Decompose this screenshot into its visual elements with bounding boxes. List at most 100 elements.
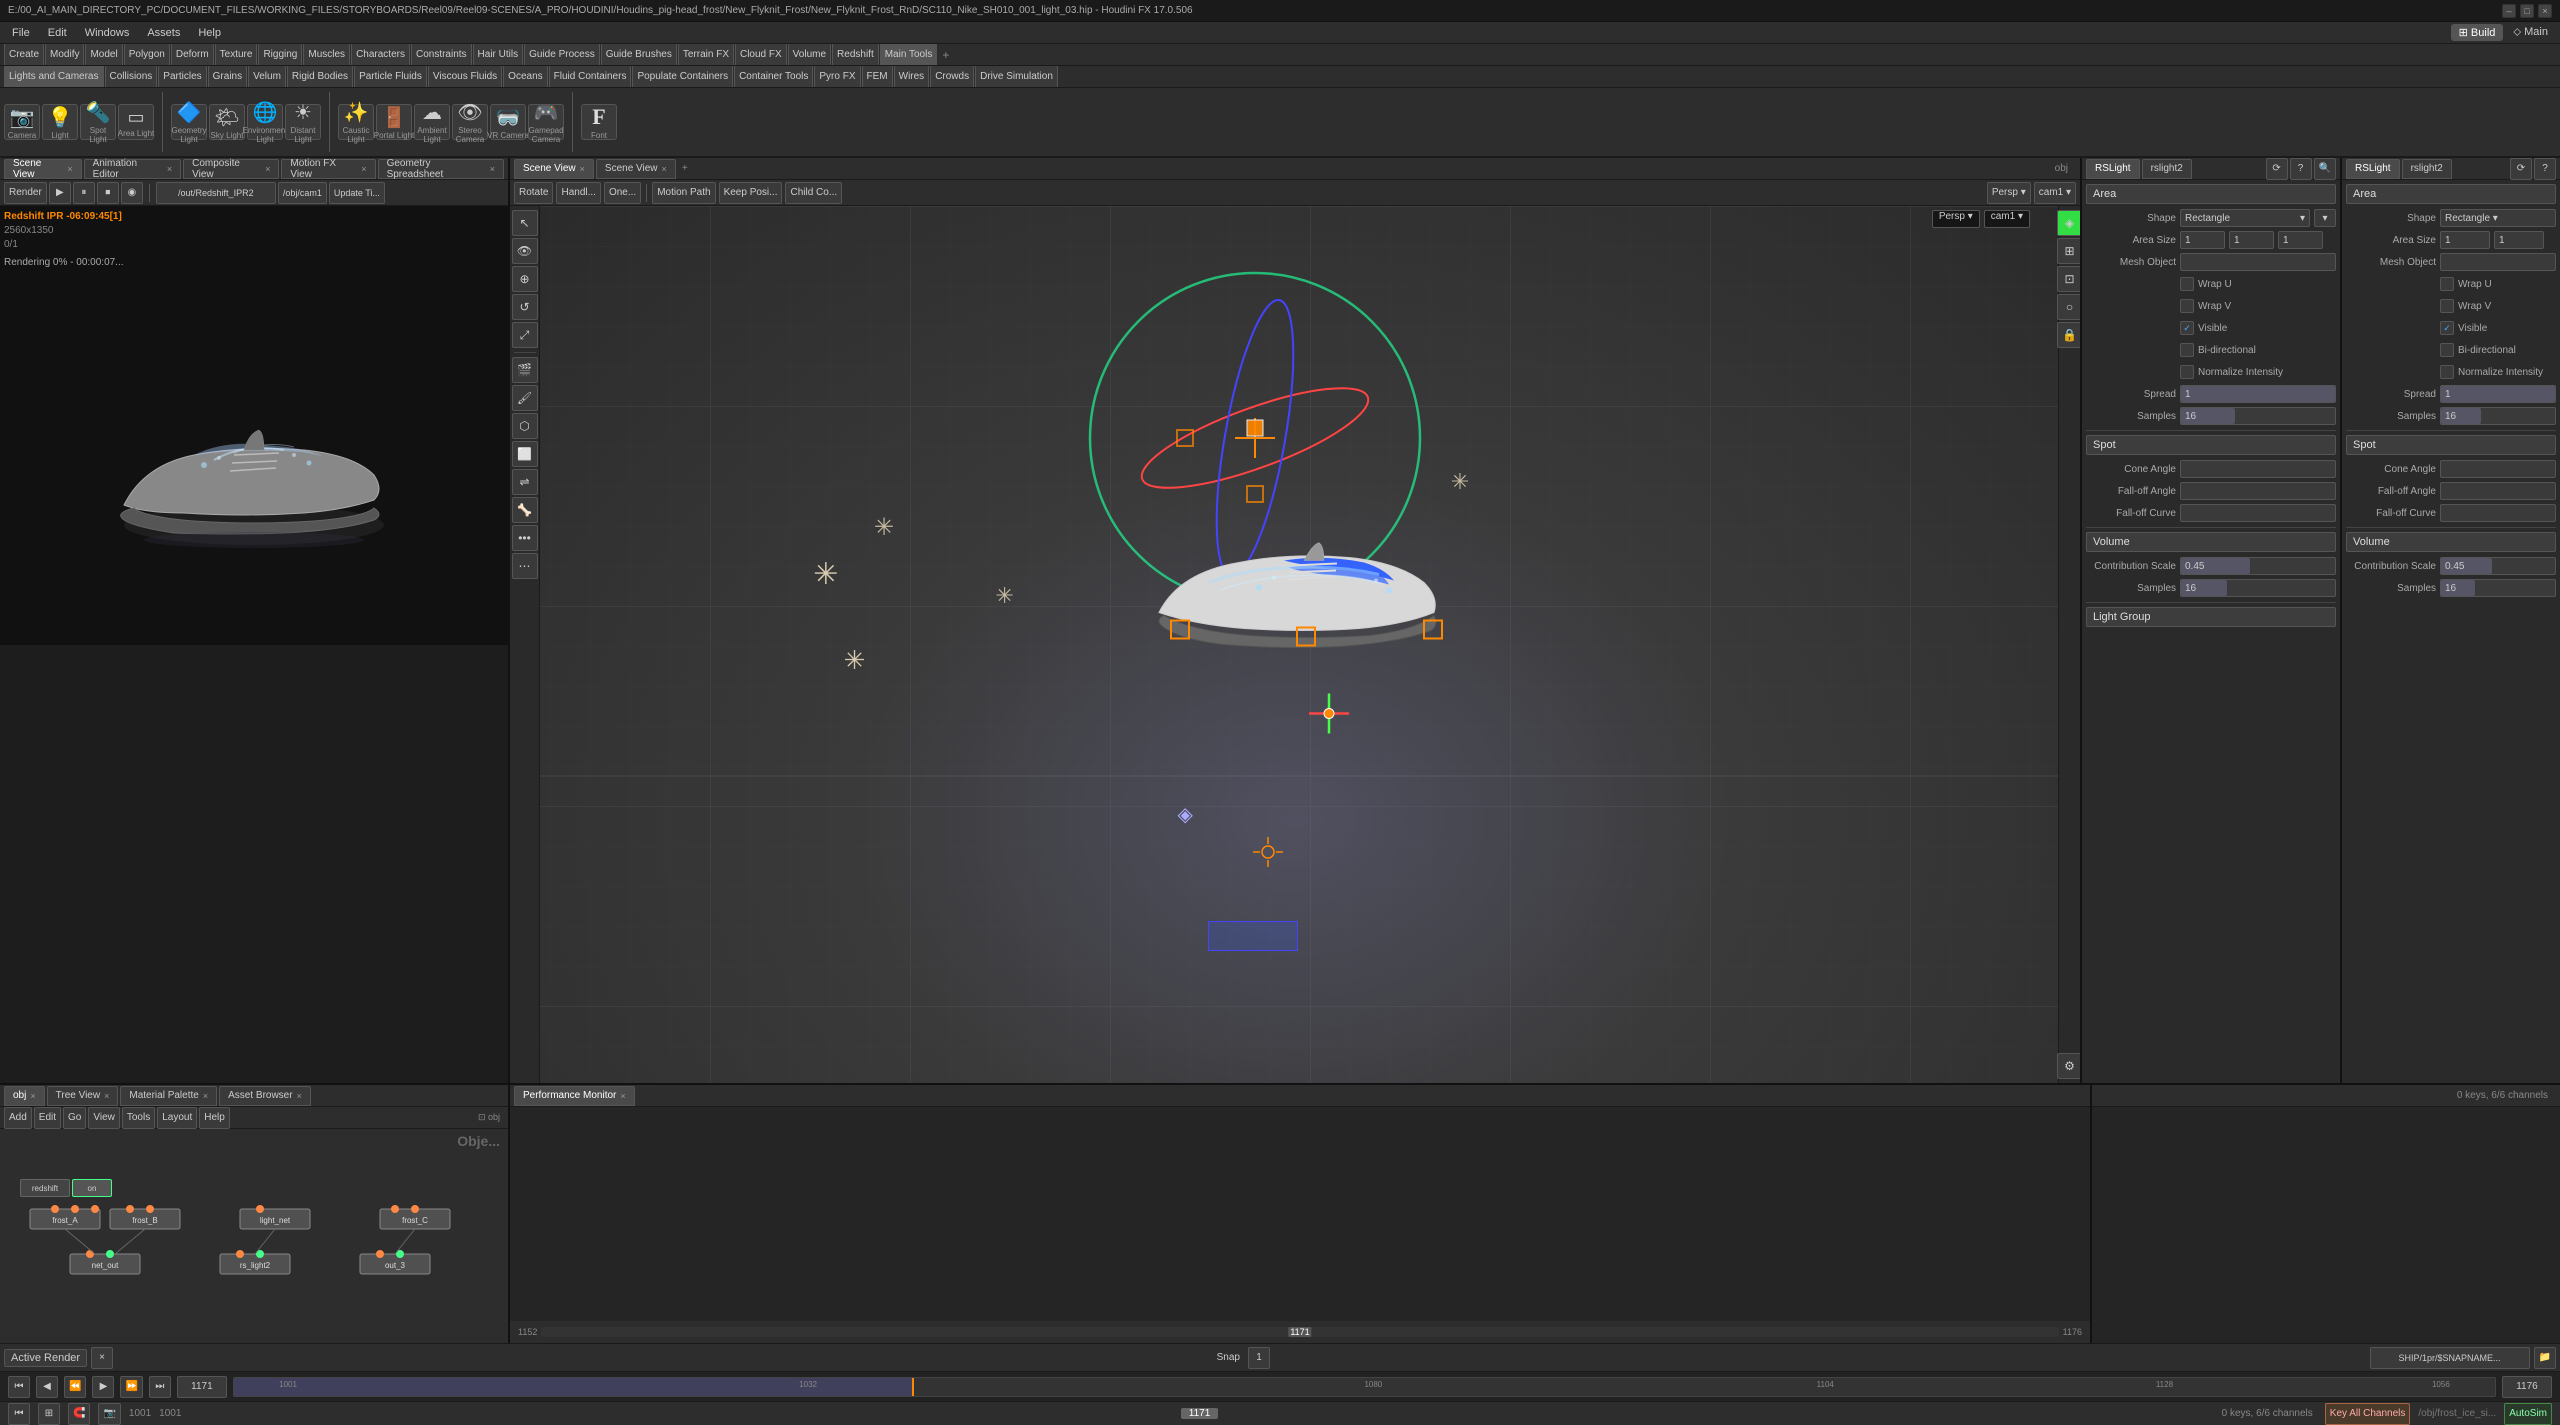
tab-model[interactable]: Model xyxy=(85,44,122,66)
shelf-icon-camera[interactable]: 📷 Camera xyxy=(4,104,40,140)
shelf-icon-area-light[interactable]: ▭ Area Light xyxy=(118,104,154,140)
ship-icon[interactable]: 📁 xyxy=(2534,1347,2556,1369)
props-bidir-check[interactable] xyxy=(2180,343,2194,357)
props-contscale-slider[interactable]: 0.45 xyxy=(2180,557,2336,575)
far-contscale-slider[interactable]: 0.45 xyxy=(2440,557,2556,575)
ng-node-rsmat[interactable]: redshift xyxy=(20,1179,70,1197)
shelf-icon-ambient-light[interactable]: ☁ AmbientLight xyxy=(414,104,450,140)
viewport-cam-btn[interactable]: cam1 ▾ xyxy=(2034,182,2076,204)
tool-child-co[interactable]: Child Co... xyxy=(785,182,842,204)
far-refresh[interactable]: ⟳ xyxy=(2510,158,2532,180)
props-wrapv-check[interactable] xyxy=(2180,299,2194,313)
vtool-cage[interactable]: ⬜ xyxy=(512,441,538,467)
viewport-tab-sceneview2[interactable]: Scene View × xyxy=(596,159,676,179)
render-pause-btn[interactable]: ⏸ xyxy=(73,182,95,204)
props-areasize-z[interactable]: 1 xyxy=(2278,231,2323,249)
vtool-transform[interactable]: ⊕ xyxy=(512,266,538,292)
props-volsamples-slider[interactable]: 16 xyxy=(2180,579,2336,597)
props-shape-expand[interactable]: ▾ xyxy=(2314,209,2336,227)
tab-fluid-containers[interactable]: Fluid Containers xyxy=(549,66,632,88)
props-wrapu-check[interactable] xyxy=(2180,277,2194,291)
tab-add[interactable]: + xyxy=(942,48,949,62)
tab-main-tools[interactable]: Main Tools xyxy=(880,44,938,66)
tc-forward[interactable]: ⏩ xyxy=(120,1376,142,1398)
tab-velum[interactable]: Velum xyxy=(248,66,286,88)
shelf-icon-font[interactable]: F Font xyxy=(581,104,617,140)
ship-label[interactable]: SHIP/1pr/$SNAPNAME... xyxy=(2370,1347,2530,1369)
far-falloffcurve-slider[interactable] xyxy=(2440,504,2556,522)
render-play-btn[interactable]: ▶ xyxy=(49,182,71,204)
vtool-right-2[interactable]: ⊞ xyxy=(2057,238,2081,264)
props-shape-header[interactable]: Area xyxy=(2086,184,2336,204)
sb-key-all-channels[interactable]: Key All Channels xyxy=(2325,1403,2411,1425)
render-tab-motionfx[interactable]: Motion FX View × xyxy=(281,159,375,179)
viewport-tab-sceneview[interactable]: Scene View × xyxy=(514,159,594,179)
tab-container-tools[interactable]: Container Tools xyxy=(734,66,813,88)
shelf-icon-stereo-camera[interactable]: 👁 StereoCamera xyxy=(452,104,488,140)
props-refresh[interactable]: ⟳ xyxy=(2266,158,2288,180)
light-icon-3[interactable]: ✳ xyxy=(844,645,866,676)
tab-lights-cameras[interactable]: Lights and Cameras xyxy=(4,66,104,88)
far-samples-slider[interactable]: 16 xyxy=(2440,407,2556,425)
tool-one[interactable]: One... xyxy=(604,182,641,204)
props-falloffcurve-slider[interactable] xyxy=(2180,504,2336,522)
far-help[interactable]: ? xyxy=(2534,158,2556,180)
menu-help[interactable]: Help xyxy=(190,25,229,41)
far-area-header[interactable]: Area xyxy=(2346,184,2556,204)
vtool-pose[interactable]: 🦴 xyxy=(512,497,538,523)
vtool-right-4[interactable]: ○ xyxy=(2057,294,2081,320)
far-spread-slider[interactable]: 1 xyxy=(2440,385,2556,403)
props-shape-value[interactable]: Rectangle ▾ xyxy=(2180,209,2310,227)
far-meshobj-val[interactable] xyxy=(2440,253,2556,271)
bottom-tab-matpalette[interactable]: Material Palette × xyxy=(120,1086,217,1106)
props-tab-name[interactable]: rslight2 xyxy=(2142,159,2192,179)
render-tab-animation[interactable]: Animation Editor × xyxy=(84,159,182,179)
menu-main-tab[interactable]: ⊞ Build xyxy=(2451,24,2504,41)
tool-rotate[interactable]: Rotate xyxy=(514,182,553,204)
sb-camera[interactable]: 📷 xyxy=(98,1403,120,1425)
shelf-icon-light[interactable]: 💡 Light xyxy=(42,104,78,140)
bl-add[interactable]: Add xyxy=(4,1107,32,1129)
tab-hair-utils[interactable]: Hair Utils xyxy=(473,44,524,66)
viewport-add-tab[interactable]: + xyxy=(682,163,688,174)
shelf-icon-gamepad-camera[interactable]: 🎮 GamepadCamera xyxy=(528,104,564,140)
shelf-icon-spot-light[interactable]: 🔦 SpotLight xyxy=(80,104,116,140)
vtool-render[interactable]: 🎬 xyxy=(512,357,538,383)
far-falloffangle-slider[interactable] xyxy=(2440,482,2556,500)
vtool-view[interactable]: 👁 xyxy=(512,238,538,264)
close-button[interactable]: × xyxy=(2538,4,2552,18)
tool-keep-posi[interactable]: Keep Posi... xyxy=(719,182,783,204)
sb-snap[interactable]: 🧲 xyxy=(68,1403,90,1425)
light-gizmo-2[interactable] xyxy=(1253,837,1283,870)
vtool-right-bottom[interactable]: ⚙ xyxy=(2057,1053,2081,1079)
tc-prev[interactable]: ◀ xyxy=(36,1376,58,1398)
tab-guide-brushes[interactable]: Guide Brushes xyxy=(601,44,677,66)
light-icon-4[interactable]: ✳ xyxy=(995,583,1013,609)
far-visible-check[interactable] xyxy=(2440,321,2454,335)
tab-drive-simulation[interactable]: Drive Simulation xyxy=(975,66,1058,88)
tab-characters[interactable]: Characters xyxy=(351,44,410,66)
props-tab-rslight[interactable]: RSLight xyxy=(2086,159,2140,179)
far-areasize-x[interactable]: 1 xyxy=(2440,231,2490,249)
shelf-icon-sky-light[interactable]: 🌤 Sky Light xyxy=(209,104,245,140)
sb-grid[interactable]: ⊞ xyxy=(38,1403,60,1425)
selected-object-box[interactable] xyxy=(1208,921,1298,951)
tc-play[interactable]: ▶ xyxy=(92,1376,114,1398)
props-help[interactable]: ? xyxy=(2290,158,2312,180)
render-record-btn[interactable]: ◉ xyxy=(121,182,143,204)
bottom-tab-assetbrowser[interactable]: Asset Browser × xyxy=(219,1086,311,1106)
camera-gizmo[interactable]: ◈ xyxy=(1178,802,1193,827)
props-norminten-check[interactable] xyxy=(2180,365,2194,379)
props-search[interactable]: 🔍 xyxy=(2314,158,2336,180)
far-tab-name[interactable]: rslight2 xyxy=(2402,159,2452,179)
props-falloffangle-slider[interactable] xyxy=(2180,482,2336,500)
props-areasize-x[interactable]: 1 xyxy=(2180,231,2225,249)
tab-modify[interactable]: Modify xyxy=(45,44,84,66)
props-volume-header[interactable]: Volume xyxy=(2086,532,2336,552)
tab-crowds[interactable]: Crowds xyxy=(930,66,974,88)
tab-populate-containers[interactable]: Populate Containers xyxy=(632,66,733,88)
props-areasize-y[interactable]: 1 xyxy=(2229,231,2274,249)
vtool-prim[interactable]: ⬡ xyxy=(512,413,538,439)
timeline-slider[interactable]: 1001 1032 1080 1104 1128 1056 xyxy=(233,1377,2496,1397)
far-coneangle-slider[interactable] xyxy=(2440,460,2556,478)
